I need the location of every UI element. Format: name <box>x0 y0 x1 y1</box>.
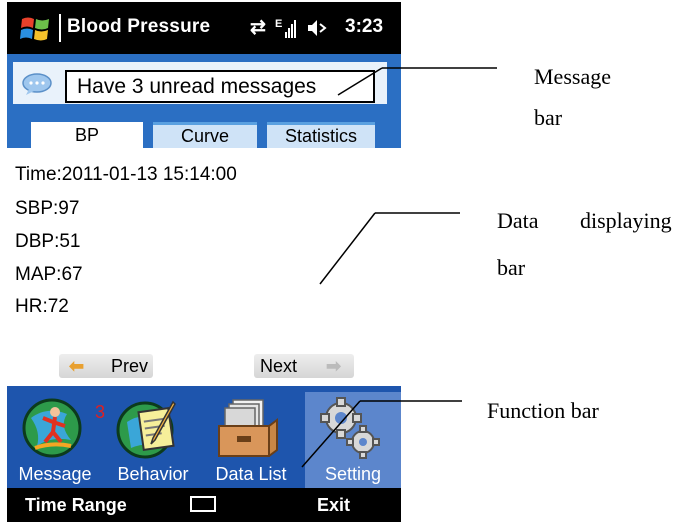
data-callout-line <box>319 212 376 285</box>
function-bar-annotation: Function bar <box>487 398 599 423</box>
function-callout-line <box>301 400 361 468</box>
data-bar-annotation-word2: displaying <box>580 208 672 233</box>
message-callout-line <box>337 67 383 96</box>
message-bar-annotation: Message <box>534 64 611 89</box>
message-bar-annotation-line2: bar <box>534 105 563 130</box>
data-bar-annotation-word1: Data <box>497 208 539 233</box>
data-bar-annotation-line2: bar <box>497 255 526 280</box>
